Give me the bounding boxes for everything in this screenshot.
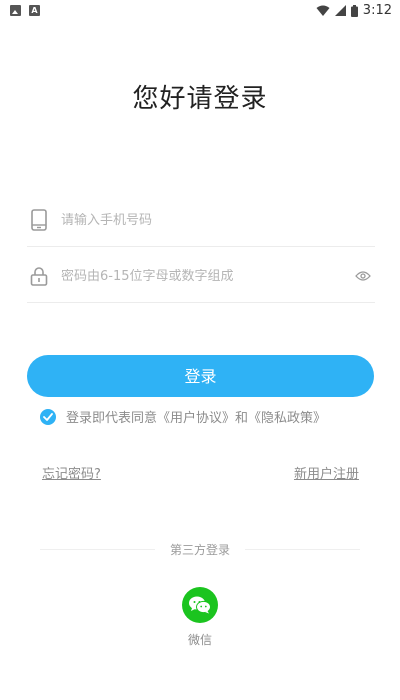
register-link[interactable]: 新用户注册: [294, 463, 359, 482]
status-bar: A 3:12: [0, 0, 400, 22]
login-button[interactable]: 登录: [27, 355, 374, 397]
battery-icon: [350, 4, 358, 17]
app-notification-icon: A: [29, 5, 40, 16]
lock-icon: [29, 265, 49, 287]
wechat-login-button[interactable]: [182, 587, 218, 623]
system-status: 3:12: [316, 3, 392, 18]
phone-icon: [29, 209, 49, 231]
agreement-text[interactable]: 登录即代表同意《用户协议》和《隐私政策》: [66, 407, 326, 426]
wifi-icon: [316, 5, 330, 16]
signal-icon: [334, 5, 346, 16]
third-party-label: 第三方登录: [169, 543, 230, 557]
password-input[interactable]: [61, 268, 353, 284]
page-title: 您好请登录: [132, 84, 268, 114]
wechat-icon: [189, 596, 211, 614]
agreement-row: 登录即代表同意《用户协议》和《隐私政策》: [40, 407, 326, 426]
agreement-checkbox[interactable]: [40, 408, 56, 425]
forgot-password-link[interactable]: 忘记密码?: [42, 463, 101, 482]
image-notification-icon: [10, 5, 21, 16]
phone-field: [27, 194, 375, 247]
phone-input[interactable]: [61, 212, 375, 228]
checkmark-icon: [43, 412, 53, 421]
password-field: [27, 250, 375, 303]
clock: 3:12: [362, 3, 392, 18]
notification-icons: A: [10, 5, 40, 16]
eye-icon[interactable]: [353, 266, 373, 286]
wechat-label: 微信: [187, 633, 212, 647]
